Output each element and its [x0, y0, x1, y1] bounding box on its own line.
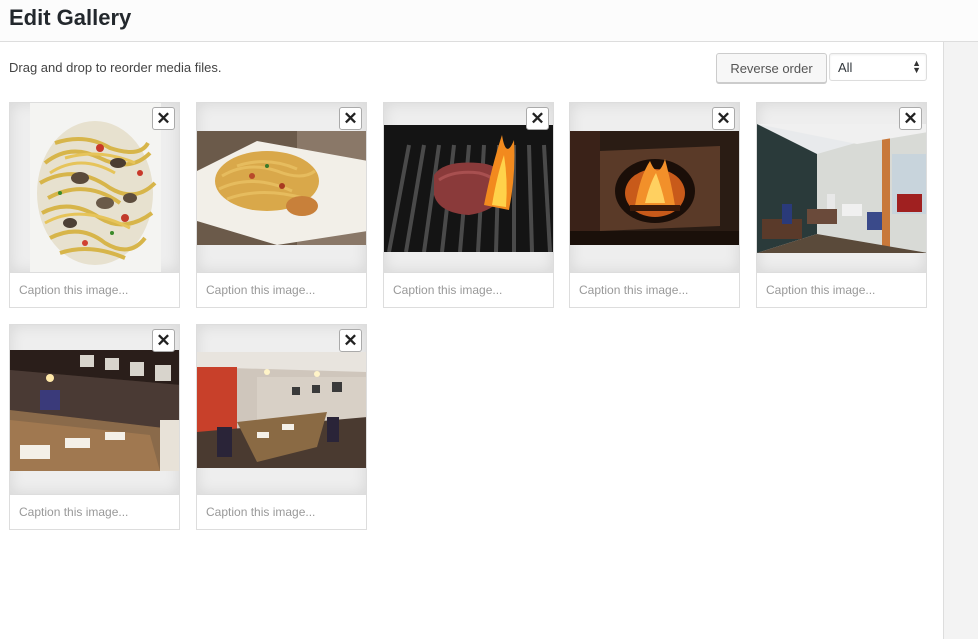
- image-dining-room-interior: [197, 352, 366, 468]
- remove-image-button[interactable]: ✕: [339, 107, 362, 130]
- image-thumbnail[interactable]: ✕: [9, 102, 180, 273]
- close-icon: ✕: [903, 109, 918, 128]
- sidebar: [943, 42, 978, 639]
- image-thumbnail[interactable]: ✕: [9, 324, 180, 495]
- gallery-item[interactable]: ✕ Caption this image...: [196, 324, 367, 530]
- caption-input[interactable]: Caption this image...: [569, 273, 740, 308]
- gallery-item[interactable]: ✕ Caption this image...: [9, 324, 180, 530]
- gallery-item[interactable]: ✕ Caption this image...: [9, 102, 180, 308]
- remove-image-button[interactable]: ✕: [339, 329, 362, 352]
- reverse-order-button[interactable]: Reverse order: [716, 53, 827, 83]
- gallery-item[interactable]: ✕ Caption this image...: [383, 102, 554, 308]
- remove-image-button[interactable]: ✕: [712, 107, 735, 130]
- modal-header: Edit Gallery: [0, 0, 978, 42]
- gallery-item[interactable]: ✕ Caption this image...: [196, 102, 367, 308]
- close-icon: ✕: [716, 109, 731, 128]
- gallery-content: Drag and drop to reorder media files. Re…: [0, 42, 943, 639]
- image-thumbnail[interactable]: ✕: [756, 102, 927, 273]
- remove-image-button[interactable]: ✕: [526, 107, 549, 130]
- image-thumbnail[interactable]: ✕: [196, 102, 367, 273]
- gallery-item[interactable]: ✕ Caption this image...: [756, 102, 927, 308]
- image-wood-fired-oven: [570, 131, 739, 245]
- image-thumbnail[interactable]: ✕: [569, 102, 740, 273]
- caption-input[interactable]: Caption this image...: [383, 273, 554, 308]
- filter-selected-value: All: [838, 59, 853, 75]
- remove-image-button[interactable]: ✕: [152, 107, 175, 130]
- close-icon: ✕: [343, 109, 358, 128]
- instructions-text: Drag and drop to reorder media files.: [9, 60, 222, 75]
- close-icon: ✕: [343, 331, 358, 350]
- caption-input[interactable]: Caption this image...: [196, 273, 367, 308]
- image-pasta-with-clams: [30, 103, 161, 272]
- caption-input[interactable]: Caption this image...: [756, 273, 927, 308]
- image-thumbnail[interactable]: ✕: [383, 102, 554, 273]
- caption-input[interactable]: Caption this image...: [196, 495, 367, 530]
- page-title: Edit Gallery: [9, 5, 132, 30]
- image-dining-room: [10, 350, 179, 471]
- image-thumbnail[interactable]: ✕: [196, 324, 367, 495]
- caption-input[interactable]: Caption this image...: [9, 273, 180, 308]
- media-filter-select[interactable]: All ▲ ▼: [829, 53, 927, 81]
- image-restaurant-terrace: [757, 124, 926, 253]
- image-steak-on-grill: [384, 125, 553, 252]
- close-icon: ✕: [530, 109, 545, 128]
- select-arrows-icon: ▲ ▼: [912, 58, 921, 75]
- image-pasta-plate: [197, 131, 366, 245]
- remove-image-button[interactable]: ✕: [899, 107, 922, 130]
- caption-input[interactable]: Caption this image...: [9, 495, 180, 530]
- remove-image-button[interactable]: ✕: [152, 329, 175, 352]
- close-icon: ✕: [156, 109, 171, 128]
- gallery-item[interactable]: ✕ Caption this image...: [569, 102, 740, 308]
- close-icon: ✕: [156, 331, 171, 350]
